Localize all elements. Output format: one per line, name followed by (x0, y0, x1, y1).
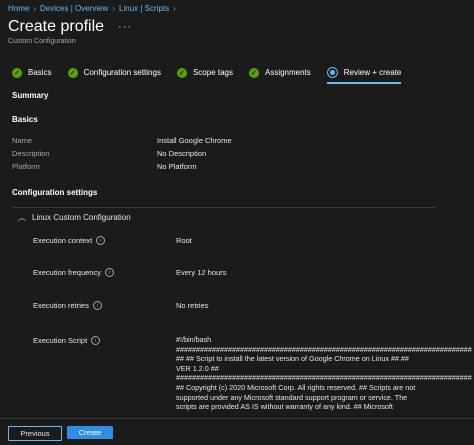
tab-scope-tags[interactable]: ✓ Scope tags (176, 67, 233, 78)
config-row-execution-script: Execution Script i (33, 336, 176, 345)
previous-button[interactable]: Previous (8, 426, 62, 441)
more-options-icon[interactable]: ··· (118, 21, 132, 33)
field-label: Name (12, 136, 33, 145)
field-value: No Description (157, 149, 207, 158)
field-label: Execution Script (33, 336, 88, 345)
chevron-right-icon: › (33, 4, 37, 13)
basics-row-description: Description No Description (12, 149, 206, 158)
field-label: Execution context (33, 236, 93, 245)
step-label: Assignments (264, 68, 311, 77)
info-icon[interactable]: i (96, 236, 106, 245)
config-heading: Configuration settings (12, 188, 98, 197)
field-label: Execution retries (33, 301, 89, 310)
script-line: scripts are provided AS IS without warra… (176, 402, 393, 412)
chevron-right-icon: › (173, 4, 176, 13)
info-icon[interactable]: i (104, 268, 114, 277)
page-subtitle: Custom Configuration (8, 38, 76, 45)
divider (12, 207, 436, 208)
field-value: Root (176, 236, 192, 245)
linux-config-group-toggle[interactable]: ︿ Linux Custom Configuration (18, 212, 131, 223)
config-row-execution-context: Execution context i Root (33, 236, 192, 245)
field-label: Description (12, 149, 50, 158)
checkmark-icon: ✓ (67, 67, 78, 78)
script-line: VER 1.2.0 ## (176, 363, 219, 373)
breadcrumb-home[interactable]: Home (8, 4, 29, 13)
field-value: No Platform (157, 162, 197, 171)
field-value: Install Google Chrome (157, 136, 232, 145)
step-label: Basics (28, 68, 52, 77)
script-line: ########################################… (176, 344, 472, 354)
basics-row-name: Name Install Google Chrome (12, 136, 232, 145)
group-label: Linux Custom Configuration (32, 213, 131, 222)
checkmark-icon: ✓ (176, 67, 187, 78)
wizard-steps: ✓ Basics ✓ Configuration settings ✓ Scop… (12, 67, 417, 84)
tab-review-create[interactable]: Review + create (326, 67, 402, 84)
current-step-icon (326, 67, 338, 78)
field-value: Every 12 hours (176, 268, 227, 277)
breadcrumb: Home › Devices | Overview › Linux | Scri… (8, 4, 176, 13)
basics-heading: Basics (12, 115, 38, 124)
tab-assignments[interactable]: ✓ Assignments (248, 67, 311, 78)
field-label: Platform (12, 162, 40, 171)
execution-script-value: #!/bin/bash ############################… (176, 335, 472, 412)
script-line: #!/bin/bash (176, 335, 212, 344)
tab-configuration-settings[interactable]: ✓ Configuration settings (67, 67, 161, 78)
summary-heading: Summary (12, 91, 49, 100)
checkmark-icon: ✓ (12, 67, 22, 78)
script-line: ## ## Script to install the latest versi… (176, 354, 409, 364)
config-row-execution-retries: Execution retries i No retries (33, 301, 209, 310)
script-line: ## Copyright (c) 2020 Microsoft Corp. Al… (176, 382, 416, 392)
step-label: Review + create (343, 68, 402, 77)
create-button[interactable]: Create (67, 426, 113, 439)
field-value: No retries (176, 301, 209, 310)
title-row: Create profile ··· (8, 18, 132, 36)
chevron-up-icon: ︿ (18, 213, 26, 222)
config-row-execution-frequency: Execution frequency i Every 12 hours (33, 268, 226, 277)
script-line: ########################################… (176, 373, 472, 383)
step-label: Scope tags (192, 68, 233, 77)
tab-basics[interactable]: ✓ Basics (12, 67, 52, 78)
info-icon[interactable]: i (92, 301, 102, 310)
page-title: Create profile (8, 18, 105, 35)
basics-row-platform: Platform No Platform (12, 162, 197, 171)
field-label: Execution frequency (33, 268, 101, 277)
breadcrumb-devices-overview[interactable]: Devices | Overview (40, 4, 108, 13)
script-line: supported under any Microsoft standard s… (176, 392, 408, 402)
step-label: Configuration settings (83, 68, 161, 77)
chevron-right-icon: › (112, 4, 116, 13)
info-icon[interactable]: i (91, 336, 101, 345)
breadcrumb-linux-scripts[interactable]: Linux | Scripts (119, 4, 169, 13)
checkmark-icon: ✓ (248, 67, 259, 78)
